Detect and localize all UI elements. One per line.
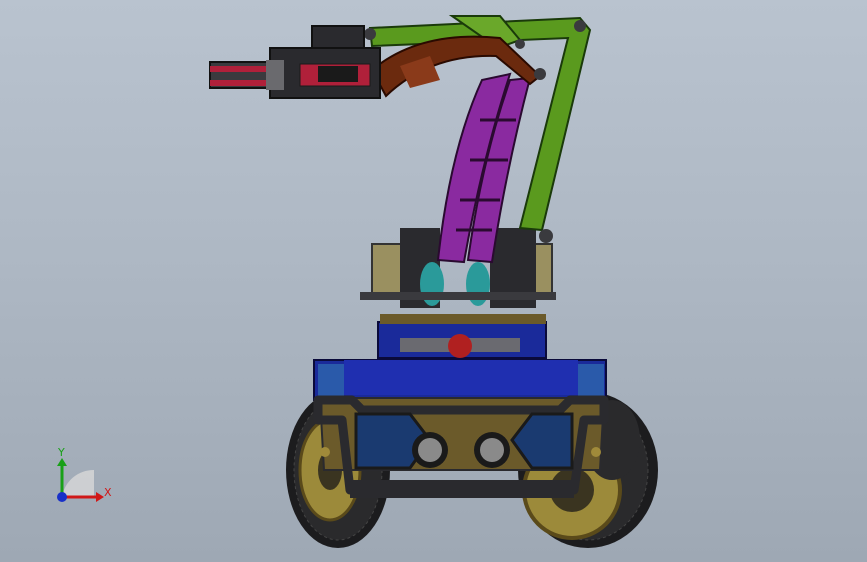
gripper [209,25,381,99]
cad-viewport[interactable]: X Y [0,0,867,562]
coordinate-triad: X Y [57,446,112,502]
y-axis-label: Y [57,446,65,459]
x-axis-label: X [104,486,112,499]
